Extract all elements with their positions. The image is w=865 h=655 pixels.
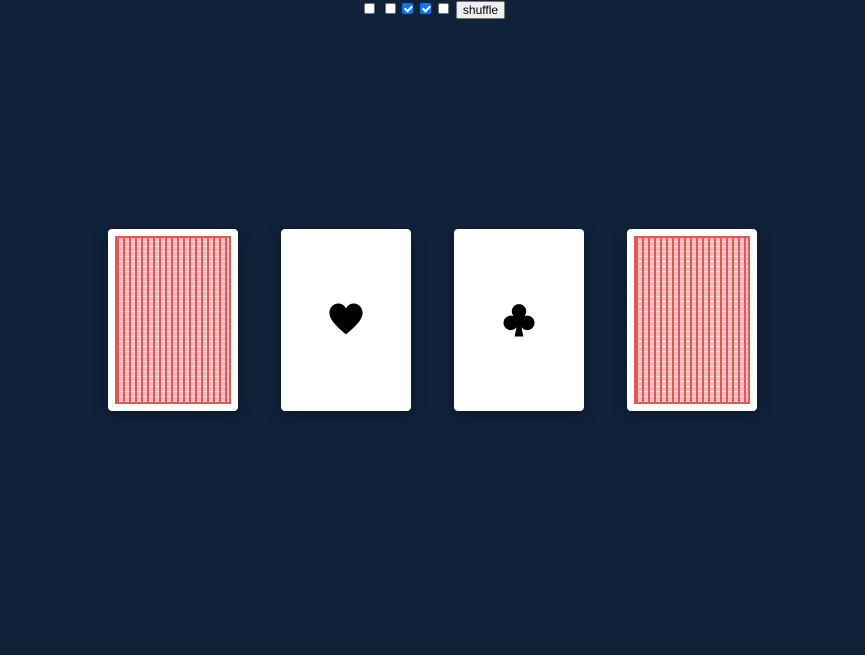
card-5-checkbox[interactable]: [438, 3, 449, 14]
card-1-checkbox[interactable]: [364, 3, 375, 14]
shuffle-button[interactable]: shuffle: [456, 1, 505, 19]
toolbar: shuffle: [0, 0, 865, 20]
card-face-down[interactable]: [108, 229, 238, 411]
card-heart[interactable]: [281, 229, 411, 411]
card-4-checkbox[interactable]: [420, 3, 431, 14]
card-club[interactable]: [454, 229, 584, 411]
card-2-checkbox[interactable]: [385, 3, 396, 14]
card-back-pattern: [634, 236, 750, 404]
card-face-down[interactable]: [627, 229, 757, 411]
card-back-pattern: [115, 236, 231, 404]
heart-icon: [281, 229, 411, 411]
club-icon: [454, 229, 584, 411]
card-3-checkbox[interactable]: [402, 3, 413, 14]
